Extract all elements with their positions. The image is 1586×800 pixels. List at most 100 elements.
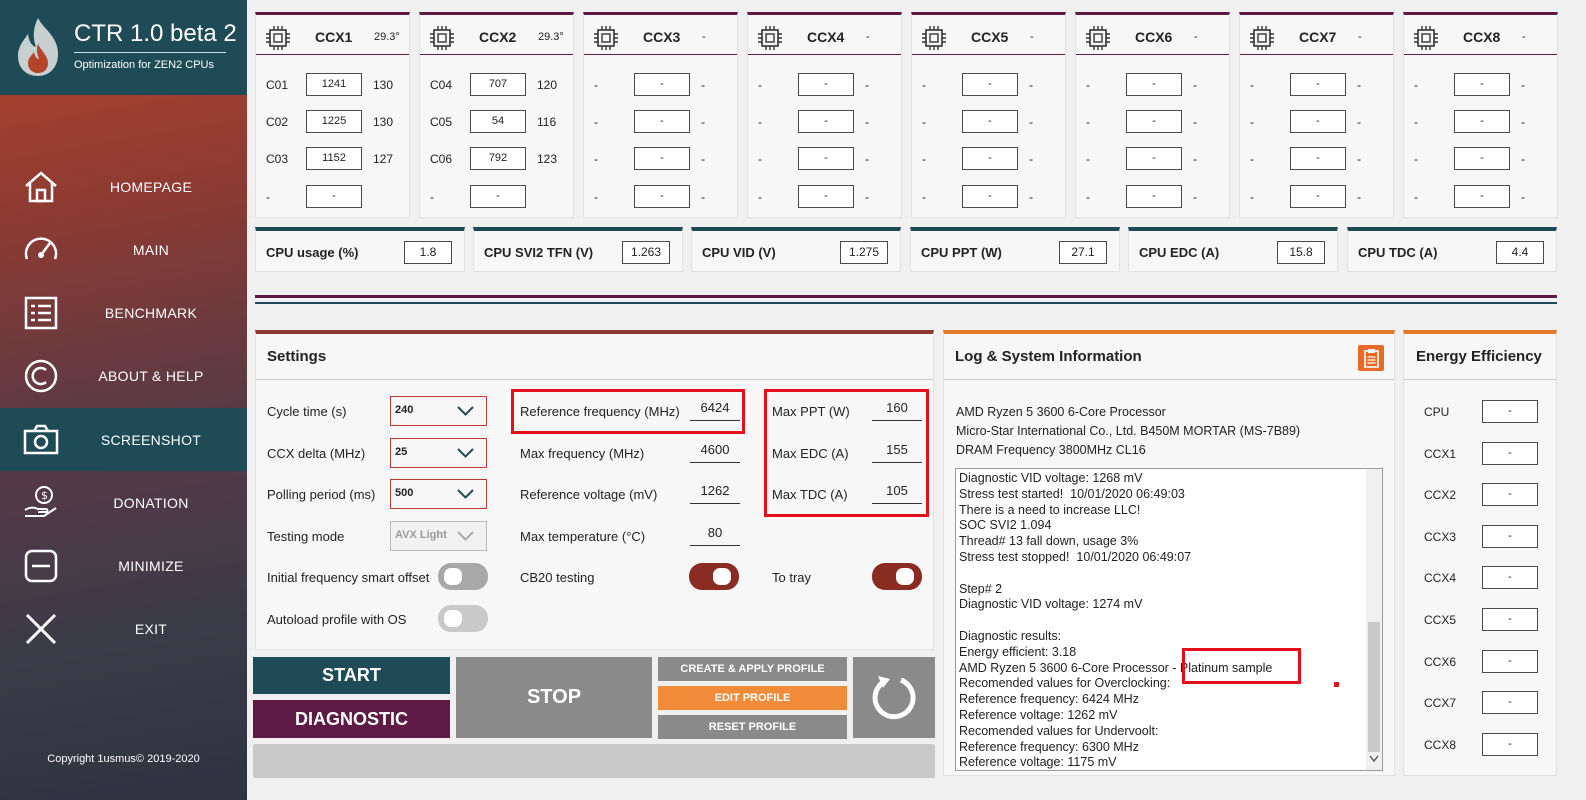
core-id: - [594,78,598,92]
core-value: - [1193,78,1197,92]
app-subtitle: Optimization for ZEN2 CPUs [74,59,214,71]
core-id: - [594,115,598,129]
nav-donation[interactable]: $ DONATION [0,471,247,534]
scroll-down-arrow-icon[interactable] [1369,755,1379,763]
core-row: --- [912,147,1065,171]
cycle-time-select[interactable]: 240 [390,396,487,426]
nav-label: HOMEPAGE [109,178,193,195]
log-line: There is a need to increase LLC! [959,502,1141,517]
polling-period-select[interactable]: 500 [390,479,487,509]
nav-exit[interactable]: EXIT [0,597,247,660]
nav-screenshot[interactable]: SCREENSHOT [0,408,247,471]
stat-card: CPU usage (%) 1.8 [255,227,465,272]
log-line: Reference frequency: 6424 MHz [959,692,1139,707]
ccx-name: CCX2 [479,29,517,45]
ccx-header: CCX4 - [748,15,901,55]
nav-main[interactable]: MAIN [0,218,247,281]
stat-card: CPU EDC (A) 15.8 [1128,227,1338,272]
log-line: Diagnostic results: [959,628,1062,643]
energy-value: - [1482,441,1538,465]
max-freq-input[interactable]: 4600 [690,439,740,463]
core-frequency: 1225 [306,110,362,133]
speedometer-icon [24,237,58,260]
stat-label: CPU PPT (W) [921,245,1002,260]
core-id: - [1086,190,1090,204]
autoload-toggle[interactable] [438,605,488,632]
refresh-button[interactable] [853,657,935,738]
nav-label: EXIT [134,620,168,637]
energy-row: CCX3 - [1404,524,1556,549]
core-frequency: - [1290,110,1346,133]
core-id: - [1414,152,1418,166]
ccx-panel-3: CCX3- - - - - - - - - - - - - [583,12,738,218]
settings-title: Settings [267,348,327,365]
nav-homepage[interactable]: HOMEPAGE [0,155,247,218]
exit-icon [25,613,57,645]
scrollbar-thumb[interactable] [1368,622,1380,752]
core-id: C04 [430,78,453,92]
edit-profile-button[interactable]: EDIT PROFILE [658,686,847,710]
tray-label: To tray [772,570,812,585]
energy-row: CCX5 - [1404,608,1556,632]
create-apply-profile-button[interactable]: CREATE & APPLY PROFILE [658,657,847,681]
core-row: --- [584,110,737,134]
testing-mode-select[interactable]: AVX Light [390,521,487,551]
core-value: 120 [537,78,558,92]
ccx-header: CCX1 29.3° [256,15,409,55]
log-scrollbar[interactable] [1366,469,1382,770]
core-row: --- [1404,110,1557,134]
core-row: --- [912,73,1065,97]
ref-volt-input[interactable]: 1262 [690,480,740,504]
nav-minimize[interactable]: MINIMIZE [0,534,247,597]
nav-about-help[interactable]: ABOUT & HELP [0,344,247,407]
stat-label: CPU EDC (A) [1139,245,1220,260]
max-temp-input[interactable]: 80 [690,522,740,546]
diagnostic-button[interactable]: DIAGNOSTIC [253,700,450,738]
core-id: - [758,190,762,204]
ccx-temperature: - [1522,31,1526,43]
cpu-chip-icon [758,26,782,50]
smart-offset-label: Initial frequency smart offset [267,570,430,585]
log-lines: Diagnostic VID voltage: 1268 mV Stress te… [959,471,1364,770]
log-textarea[interactable]: Diagnostic VID voltage: 1268 mV Stress te… [955,468,1383,771]
stat-label: CPU VID (V) [702,245,776,260]
toggle-knob [896,568,914,585]
core-frequency: - [634,185,690,208]
energy-row: CCX7 - [1404,691,1556,715]
camera-icon [23,424,59,455]
reset-profile-button[interactable]: RESET PROFILE [658,715,847,739]
copy-log-button[interactable] [1358,345,1384,371]
core-frequency: - [1126,147,1182,170]
ccx-temperature: - [1194,31,1198,43]
core-value: - [1521,152,1525,166]
stat-card: CPU TDC (A) 4.4 [1347,227,1557,272]
ccx-header: CCX8 - [1404,15,1557,55]
core-row: --- [1240,147,1393,171]
ccx-panel-7: CCX7- - - - - - - - - - - - - [1239,12,1394,218]
cpu-chip-icon [594,26,618,50]
ccx-name: CCX8 [1463,29,1501,45]
nav-benchmark[interactable]: BENCHMARK [0,281,247,344]
stat-value: 27.1 [1059,241,1107,264]
sidebar: CTR 1.0 beta 2 Optimization for ZEN2 CPU… [0,0,247,800]
core-value: - [1357,78,1361,92]
energy-value: - [1482,400,1538,423]
home-icon [25,171,57,203]
log-line: AMD Ryzen 5 3600 6-Core Processor - Plat… [959,660,1273,675]
start-button[interactable]: START [253,657,450,694]
smart-offset-toggle[interactable] [438,563,488,590]
log-line: Recomended values for Undervoolt: [959,723,1159,738]
core-value: - [1193,115,1197,129]
core-value: - [1357,152,1361,166]
brand-divider [74,52,226,53]
tray-toggle[interactable] [872,563,922,590]
ccx-header: CCX6 - [1076,15,1229,55]
stat-card: CPU SVI2 TFN (V) 1.263 [473,227,683,272]
ccx-delta-select[interactable]: 25 [390,438,487,468]
stop-button[interactable]: STOP [456,657,652,738]
energy-value: - [1482,524,1538,548]
core-value: - [865,115,869,129]
cb20-toggle[interactable] [689,563,739,590]
core-value: - [1521,78,1525,92]
